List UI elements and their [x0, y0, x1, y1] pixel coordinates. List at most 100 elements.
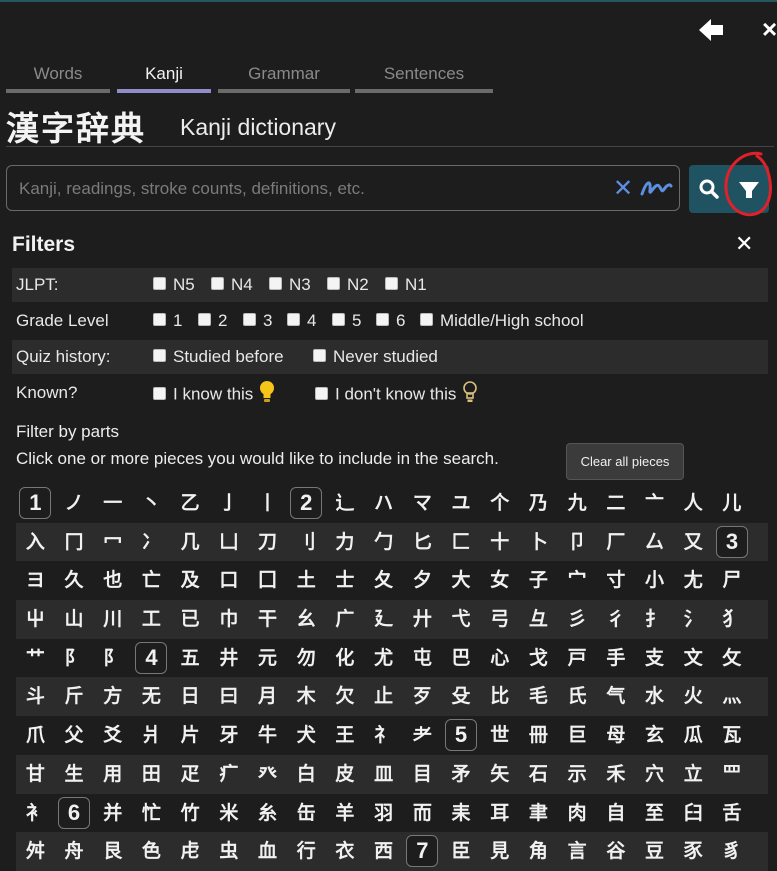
radical-piece[interactable]: 至: [635, 794, 674, 833]
radical-piece[interactable]: 西: [364, 832, 403, 871]
tab-grammar[interactable]: Grammar: [218, 63, 350, 93]
radical-piece[interactable]: 母: [597, 716, 636, 755]
radical-piece[interactable]: 山: [55, 600, 94, 639]
radical-piece[interactable]: 比: [480, 677, 519, 716]
radical-piece[interactable]: 糸: [248, 794, 287, 833]
radical-piece[interactable]: 穴: [635, 755, 674, 794]
tab-kanji[interactable]: Kanji: [117, 63, 211, 93]
radical-piece[interactable]: 尤: [364, 639, 403, 678]
back-arrow-icon[interactable]: [697, 16, 725, 44]
radical-piece[interactable]: 扌: [635, 600, 674, 639]
radical-piece[interactable]: 亅: [210, 484, 249, 523]
search-input[interactable]: [17, 166, 601, 212]
radical-piece[interactable]: 入: [16, 523, 55, 562]
radical-piece[interactable]: 无: [132, 677, 171, 716]
radical-piece[interactable]: 米: [210, 794, 249, 833]
radical-piece[interactable]: 久: [55, 561, 94, 600]
checkbox[interactable]: [315, 386, 328, 400]
radical-piece[interactable]: 日: [171, 677, 210, 716]
radical-piece[interactable]: 士: [326, 561, 365, 600]
radical-piece[interactable]: 小: [635, 561, 674, 600]
radical-piece[interactable]: 木: [287, 677, 326, 716]
jlpt-option-n2[interactable]: N2: [327, 275, 369, 295]
filter-button[interactable]: [729, 165, 769, 213]
radical-piece[interactable]: 豆: [635, 832, 674, 871]
radical-piece[interactable]: 皮: [326, 755, 365, 794]
radical-piece[interactable]: 用: [93, 755, 132, 794]
radical-piece[interactable]: 世: [480, 716, 519, 755]
grade-option-6[interactable]: 6: [376, 311, 405, 331]
radical-piece[interactable]: 廴: [364, 600, 403, 639]
radical-piece[interactable]: 艮: [93, 832, 132, 871]
radical-piece[interactable]: 弋: [442, 600, 481, 639]
radical-piece[interactable]: 谷: [597, 832, 636, 871]
radical-piece[interactable]: 阝: [55, 639, 94, 678]
radical-piece[interactable]: 手: [597, 639, 636, 678]
radical-piece[interactable]: 干: [248, 600, 287, 639]
radical-piece[interactable]: 爿: [132, 716, 171, 755]
radical-piece[interactable]: 舛: [16, 832, 55, 871]
radical-piece[interactable]: 辶: [326, 484, 365, 523]
radical-piece[interactable]: 止: [364, 677, 403, 716]
radical-piece[interactable]: 儿: [713, 484, 752, 523]
radical-piece[interactable]: 卜: [519, 523, 558, 562]
radical-piece[interactable]: 广: [326, 600, 365, 639]
jlpt-option-n1[interactable]: N1: [385, 275, 427, 295]
radical-piece[interactable]: 衣: [326, 832, 365, 871]
radical-piece[interactable]: 毛: [519, 677, 558, 716]
tab-sentences[interactable]: Sentences: [355, 63, 493, 93]
radical-piece[interactable]: 疋: [171, 755, 210, 794]
radical-piece[interactable]: 土: [287, 561, 326, 600]
radical-piece[interactable]: 方: [93, 677, 132, 716]
grade-option-3[interactable]: 3: [243, 311, 272, 331]
radical-piece[interactable]: 欠: [326, 677, 365, 716]
radical-piece[interactable]: 犭: [713, 600, 752, 639]
search-button[interactable]: [689, 165, 729, 213]
handwriting-icon[interactable]: [639, 176, 673, 200]
checkbox[interactable]: [153, 277, 166, 291]
radical-piece[interactable]: 癶: [248, 755, 287, 794]
radical-piece[interactable]: 井: [210, 639, 249, 678]
known-option-know[interactable]: I know this: [153, 381, 275, 407]
radical-piece[interactable]: 聿: [519, 794, 558, 833]
quiz-option-never[interactable]: Never studied: [313, 347, 438, 367]
jlpt-option-n5[interactable]: N5: [153, 275, 195, 295]
radical-piece[interactable]: 幺: [287, 600, 326, 639]
clear-all-pieces-button[interactable]: Clear all pieces: [566, 443, 684, 480]
radical-piece[interactable]: 二: [597, 484, 636, 523]
radical-piece[interactable]: 見: [480, 832, 519, 871]
radical-piece[interactable]: 夕: [403, 561, 442, 600]
radical-piece[interactable]: 斤: [55, 677, 94, 716]
radical-piece[interactable]: 角: [519, 832, 558, 871]
radical-piece[interactable]: 豕: [674, 832, 713, 871]
radical-piece[interactable]: マ: [403, 484, 442, 523]
radical-piece[interactable]: 牛: [248, 716, 287, 755]
radical-piece[interactable]: 气: [597, 677, 636, 716]
radical-piece[interactable]: 大: [442, 561, 481, 600]
radical-piece[interactable]: 甘: [16, 755, 55, 794]
radical-piece[interactable]: 爪: [16, 716, 55, 755]
radical-piece[interactable]: 田: [132, 755, 171, 794]
radical-piece[interactable]: 歹: [403, 677, 442, 716]
radical-piece[interactable]: 羽: [364, 794, 403, 833]
radical-piece[interactable]: 行: [287, 832, 326, 871]
checkbox[interactable]: [420, 313, 433, 327]
radical-piece[interactable]: 元: [248, 639, 287, 678]
radical-piece[interactable]: 凵: [210, 523, 249, 562]
radical-piece[interactable]: 匚: [442, 523, 481, 562]
grade-option-1[interactable]: 1: [153, 311, 182, 331]
radical-piece[interactable]: 并: [93, 794, 132, 833]
radical-piece[interactable]: 立: [674, 755, 713, 794]
radical-piece[interactable]: 宀: [558, 561, 597, 600]
radical-piece[interactable]: 色: [132, 832, 171, 871]
radical-piece[interactable]: 文: [674, 639, 713, 678]
radical-piece[interactable]: 舟: [55, 832, 94, 871]
radical-piece[interactable]: 礻: [364, 716, 403, 755]
radical-piece[interactable]: 片: [171, 716, 210, 755]
radical-piece[interactable]: 攵: [713, 639, 752, 678]
radical-piece[interactable]: 巾: [210, 600, 249, 639]
radical-piece[interactable]: 爻: [93, 716, 132, 755]
radical-piece[interactable]: 曰: [210, 677, 249, 716]
radical-piece[interactable]: 斗: [16, 677, 55, 716]
radical-piece[interactable]: 冂: [55, 523, 94, 562]
